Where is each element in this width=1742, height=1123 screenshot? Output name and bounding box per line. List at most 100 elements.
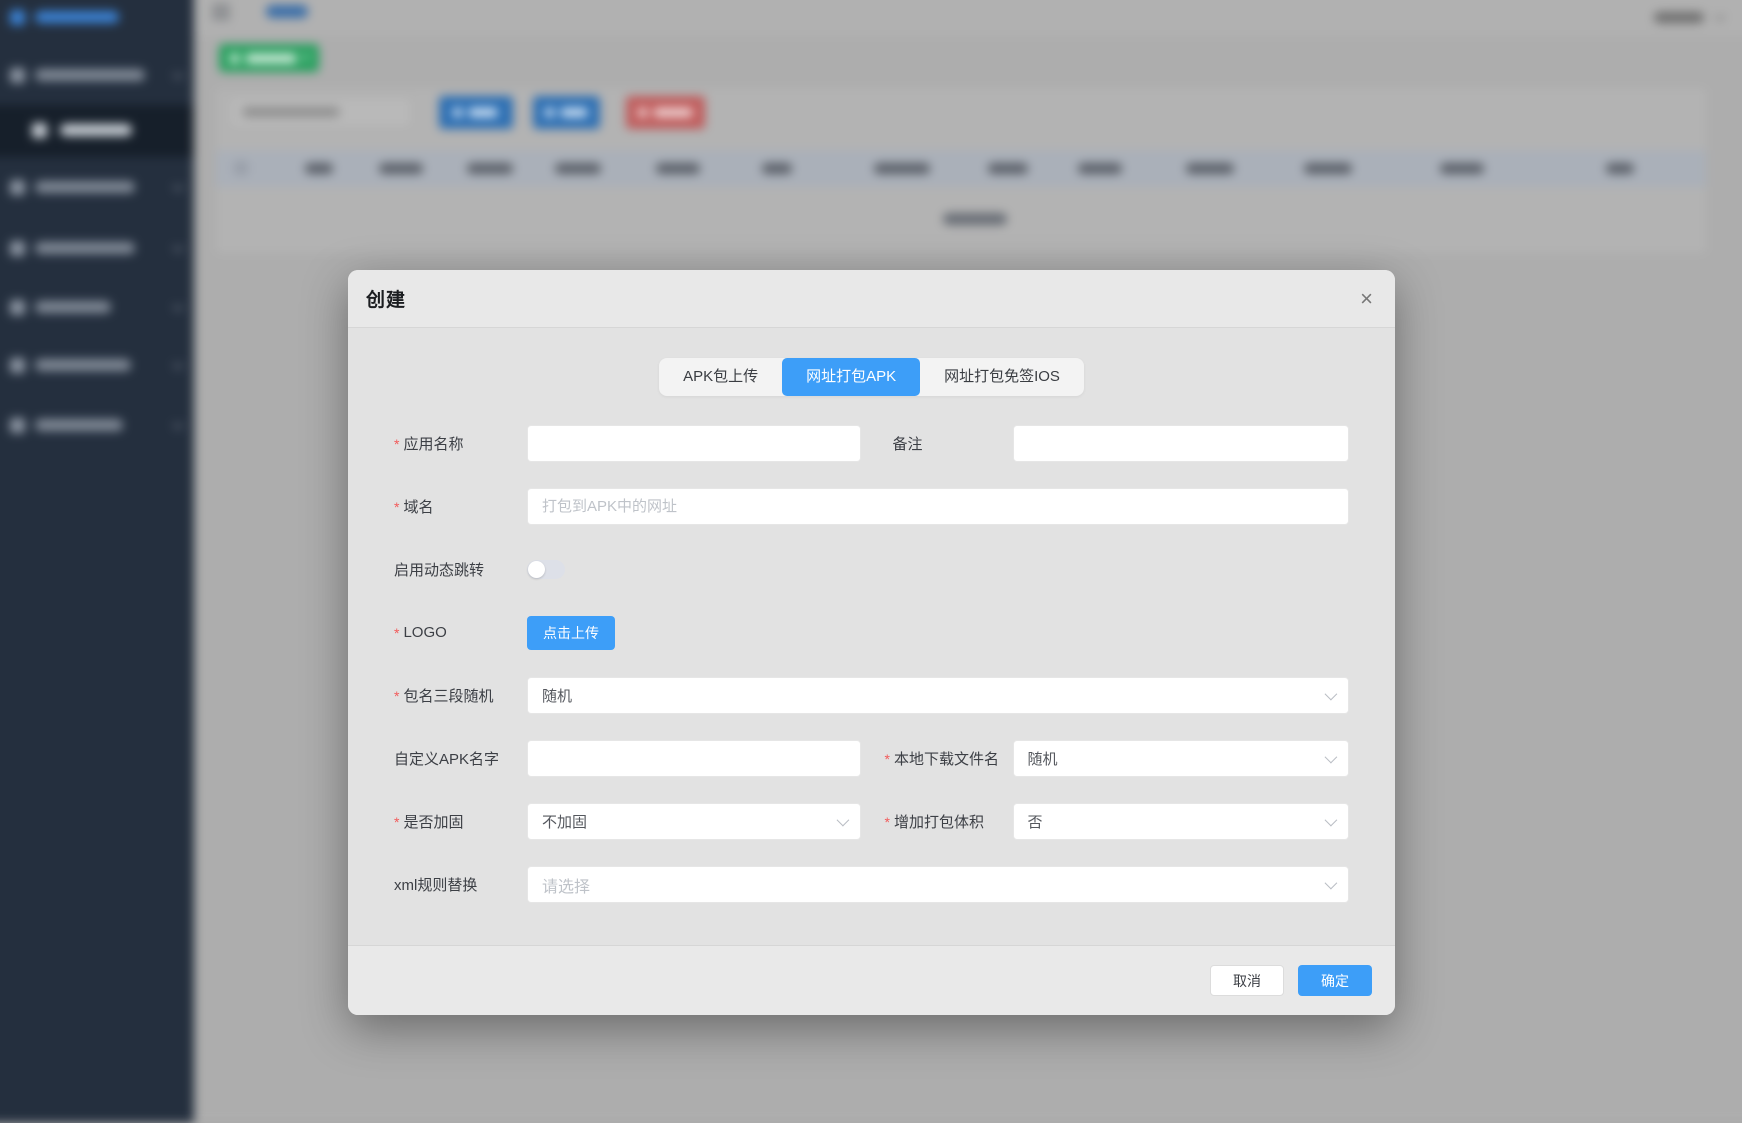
chevron-down-icon: [301, 51, 311, 61]
custom-apk-name-input[interactable]: [527, 740, 861, 777]
chevron-icon: [172, 68, 184, 80]
form-row: xml规则替换 请选择: [394, 866, 1349, 903]
dialog-title: 创建: [366, 290, 407, 311]
column-header-blur: [467, 163, 513, 174]
app-name-input[interactable]: [527, 425, 861, 462]
column-header-blur: [305, 163, 333, 174]
field-label: * LOGO: [394, 624, 447, 641]
select-all-checkbox: [234, 161, 248, 175]
required-asterisk: *: [394, 624, 400, 641]
column-header-blur: [555, 163, 601, 174]
search-input: [228, 96, 413, 129]
sidebar-icon: [10, 300, 25, 315]
delete-icon: [638, 108, 647, 117]
chevron-down-icon: [1324, 687, 1338, 701]
package-volume-select[interactable]: 否: [1012, 803, 1349, 840]
remark-input[interactable]: [1012, 425, 1349, 462]
hamburger-icon: [212, 5, 230, 19]
reset-button-label-blur: [560, 108, 588, 117]
required-asterisk: *: [394, 813, 400, 830]
sidebar-icon: [10, 180, 25, 195]
hardening-select[interactable]: 不加固: [527, 803, 861, 840]
form-row: * LOGO 点击上传: [394, 614, 1349, 651]
sidebar-item-blur: [35, 419, 123, 431]
sidebar: [0, 0, 194, 1123]
column-header-blur: [988, 163, 1028, 174]
sidebar-icon: [10, 418, 25, 433]
toggle-knob: [528, 561, 545, 578]
sidebar-item-blur: [35, 242, 135, 254]
required-asterisk: *: [884, 813, 890, 830]
field-label: * 增加打包体积: [884, 813, 984, 832]
dialog-header: 创建 ×: [348, 270, 1395, 328]
column-header-blur: [1078, 163, 1122, 174]
cancel-button[interactable]: 取消: [1210, 965, 1284, 996]
column-header-blur: [1606, 163, 1634, 174]
dynamic-jump-toggle[interactable]: [527, 560, 565, 579]
sidebar-icon: [10, 358, 25, 373]
sidebar-icon: [32, 123, 47, 138]
field-label: 启用动态跳转: [394, 562, 485, 579]
confirm-button[interactable]: 确定: [1298, 965, 1372, 996]
form-row: * 应用名称 备注: [394, 425, 1349, 462]
column-header-blur: [379, 163, 423, 174]
field-label: * 是否加固: [394, 813, 464, 832]
sidebar-item-blur: [35, 301, 111, 313]
sidebar-item-blur: [35, 11, 119, 23]
dialog-body: APK包上传 网址打包APK 网址打包免签IOS * 应用名称 备注 * 域名: [348, 328, 1395, 945]
tab-url-pack-ios[interactable]: 网址打包免签IOS: [920, 358, 1084, 396]
sidebar-icon: [10, 68, 25, 83]
field-label: 自定义APK名字: [394, 751, 500, 768]
form-row: 启用动态跳转: [394, 551, 1349, 588]
required-asterisk: *: [394, 687, 400, 704]
chevron-icon: [172, 358, 184, 370]
table-header: [216, 150, 1706, 187]
required-asterisk: *: [884, 750, 890, 767]
field-label: * 包名三段随机: [394, 687, 494, 706]
create-dialog: 创建 × APK包上传 网址打包APK 网址打包免签IOS * 应用名称 备注 …: [348, 270, 1395, 1015]
required-asterisk: *: [394, 435, 400, 452]
tab-apk-upload[interactable]: APK包上传: [659, 358, 782, 396]
sidebar-item-active: [0, 105, 194, 157]
sidebar-icon: [10, 241, 25, 256]
sidebar-item-blur: [35, 359, 131, 371]
create-button: [219, 44, 319, 72]
search-placeholder-blur: [242, 107, 340, 117]
column-header-blur: [762, 163, 792, 174]
dashboard-icon: [10, 10, 25, 25]
batch-delete-button: [626, 96, 705, 129]
sidebar-item-blur: [35, 181, 135, 193]
close-icon[interactable]: ×: [1360, 287, 1373, 310]
logo-upload-button[interactable]: 点击上传: [527, 615, 615, 650]
chevron-down-icon: [1324, 813, 1338, 827]
chevron-icon: [172, 300, 184, 312]
create-button-label-blur: [245, 54, 297, 63]
xml-rule-select[interactable]: 请选择: [527, 866, 1349, 903]
domain-input[interactable]: [527, 488, 1349, 525]
field-label: 备注: [892, 436, 923, 453]
form-row: * 包名三段随机 随机: [394, 677, 1349, 714]
field-label: * 本地下载文件名: [884, 750, 999, 769]
user-menu: [1654, 12, 1704, 23]
batch-delete-label-blur: [653, 108, 693, 117]
chevron-down-icon: [1324, 876, 1338, 890]
breadcrumb: [266, 5, 308, 18]
reset-button: [533, 96, 600, 129]
form-row: * 是否加固 不加固 * 增加打包体积 否: [394, 803, 1349, 840]
tab-url-pack-apk[interactable]: 网址打包APK: [782, 358, 921, 396]
column-header-blur: [874, 163, 930, 174]
chevron-down-icon: [1324, 750, 1338, 764]
chevron-icon: [172, 418, 184, 430]
form-row: * 域名: [394, 488, 1349, 525]
column-header-blur: [1304, 163, 1352, 174]
sidebar-item-blur: [60, 124, 132, 136]
chevron-icon: [172, 180, 184, 192]
package-name-select[interactable]: 随机: [527, 677, 1349, 714]
column-header-blur: [656, 163, 700, 174]
sidebar-item-blur: [35, 69, 145, 81]
local-filename-select[interactable]: 随机: [1012, 740, 1349, 777]
field-label: * 域名: [394, 498, 434, 517]
background-topbar: [194, 0, 1742, 36]
dialog-footer: 取消 确定: [348, 945, 1395, 1015]
chevron-icon: [172, 241, 184, 253]
